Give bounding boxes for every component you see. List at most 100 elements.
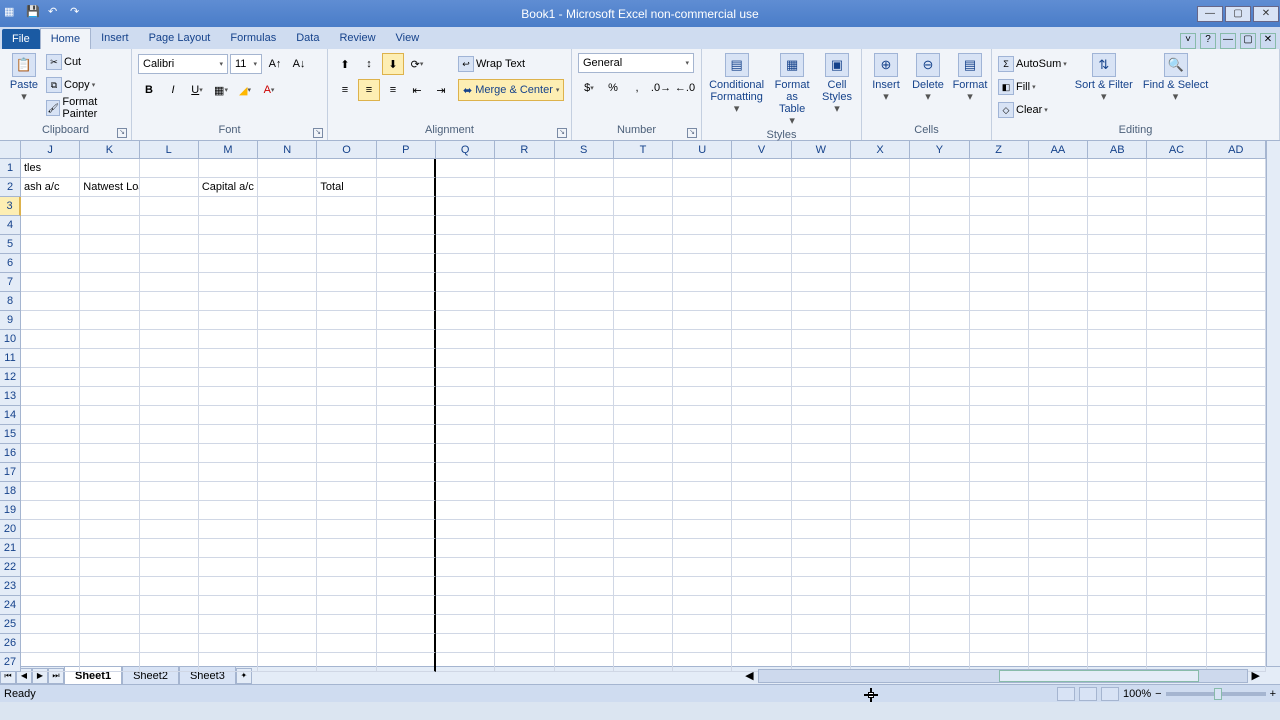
cell-Z12[interactable] [970,368,1029,387]
cell-V22[interactable] [732,558,791,577]
row-header-17[interactable]: 17 [0,463,21,482]
cell-M24[interactable] [199,596,258,615]
cell-AA17[interactable] [1029,463,1088,482]
cell-O6[interactable] [317,254,376,273]
cell-K24[interactable] [80,596,139,615]
cell-Z6[interactable] [970,254,1029,273]
cell-Y9[interactable] [910,311,969,330]
paste-button[interactable]: 📋 Paste ▾ [4,51,44,105]
cell-Z15[interactable] [970,425,1029,444]
cell-W14[interactable] [792,406,851,425]
cell-T10[interactable] [614,330,673,349]
cell-P23[interactable] [377,577,436,596]
cell-W26[interactable] [792,634,851,653]
cell-M9[interactable] [199,311,258,330]
cell-W19[interactable] [792,501,851,520]
cell-AA8[interactable] [1029,292,1088,311]
cell-AA5[interactable] [1029,235,1088,254]
cell-T19[interactable] [614,501,673,520]
format-cells-button[interactable]: ▤Format▾ [950,51,990,105]
cell-J13[interactable] [21,387,80,406]
accounting-format-icon[interactable]: $▾ [578,77,600,99]
cell-Q20[interactable] [436,520,495,539]
row-header-24[interactable]: 24 [0,596,21,615]
cell-W9[interactable] [792,311,851,330]
cell-Z3[interactable] [970,197,1029,216]
font-size-combo[interactable]: 11▾ [230,54,262,74]
cell-R23[interactable] [495,577,554,596]
column-header-N[interactable]: N [258,141,317,159]
cell-J4[interactable] [21,216,80,235]
cell-R5[interactable] [495,235,554,254]
cell-AC9[interactable] [1147,311,1206,330]
cell-M7[interactable] [199,273,258,292]
cell-Q14[interactable] [436,406,495,425]
cell-K8[interactable] [80,292,139,311]
cell-O4[interactable] [317,216,376,235]
tab-review[interactable]: Review [329,28,385,49]
cell-AA15[interactable] [1029,425,1088,444]
cell-W10[interactable] [792,330,851,349]
cell-U3[interactable] [673,197,732,216]
cell-J14[interactable] [21,406,80,425]
cell-M6[interactable] [199,254,258,273]
clear-button[interactable]: ◇Clear▾ [998,99,1067,121]
bold-button[interactable]: B [138,79,160,101]
copy-button[interactable]: ⧉Copy▾ [46,74,127,96]
cell-X26[interactable] [851,634,910,653]
cell-P7[interactable] [377,273,436,292]
cell-Y19[interactable] [910,501,969,520]
cell-AA13[interactable] [1029,387,1088,406]
cell-AA18[interactable] [1029,482,1088,501]
cell-L8[interactable] [140,292,199,311]
cell-K1[interactable] [80,159,139,178]
cell-AC19[interactable] [1147,501,1206,520]
cell-AC8[interactable] [1147,292,1206,311]
cell-M1[interactable] [199,159,258,178]
cell-P27[interactable] [377,653,436,672]
cell-U15[interactable] [673,425,732,444]
cell-AB15[interactable] [1088,425,1147,444]
cell-AC3[interactable] [1147,197,1206,216]
cell-P20[interactable] [377,520,436,539]
cell-O2[interactable]: Total [317,178,376,197]
cell-M14[interactable] [199,406,258,425]
cell-M25[interactable] [199,615,258,634]
cell-O13[interactable] [317,387,376,406]
cell-V19[interactable] [732,501,791,520]
cell-M23[interactable] [199,577,258,596]
cell-AC15[interactable] [1147,425,1206,444]
cell-AB14[interactable] [1088,406,1147,425]
align-center-icon[interactable]: ≡ [358,79,380,101]
cell-X20[interactable] [851,520,910,539]
cell-V14[interactable] [732,406,791,425]
cell-Q1[interactable] [436,159,495,178]
cell-AD20[interactable] [1207,520,1266,539]
cell-Q22[interactable] [436,558,495,577]
cell-AD4[interactable] [1207,216,1266,235]
cell-L11[interactable] [140,349,199,368]
cell-R6[interactable] [495,254,554,273]
cell-AA21[interactable] [1029,539,1088,558]
cell-K14[interactable] [80,406,139,425]
cell-N14[interactable] [258,406,317,425]
cell-K6[interactable] [80,254,139,273]
cell-AC4[interactable] [1147,216,1206,235]
cell-M2[interactable]: Capital a/c [199,178,258,197]
cell-P19[interactable] [377,501,436,520]
column-header-W[interactable]: W [792,141,851,159]
cell-Q9[interactable] [436,311,495,330]
cell-Z25[interactable] [970,615,1029,634]
cell-W16[interactable] [792,444,851,463]
page-layout-view-button[interactable] [1079,687,1097,701]
cell-Z17[interactable] [970,463,1029,482]
row-header-11[interactable]: 11 [0,349,21,368]
cell-AA12[interactable] [1029,368,1088,387]
row-header-12[interactable]: 12 [0,368,21,387]
cell-L27[interactable] [140,653,199,672]
cell-K27[interactable] [80,653,139,672]
cell-X24[interactable] [851,596,910,615]
cell-AC5[interactable] [1147,235,1206,254]
cell-Q23[interactable] [436,577,495,596]
sort-filter-button[interactable]: ⇅Sort & Filter▾ [1071,51,1137,105]
